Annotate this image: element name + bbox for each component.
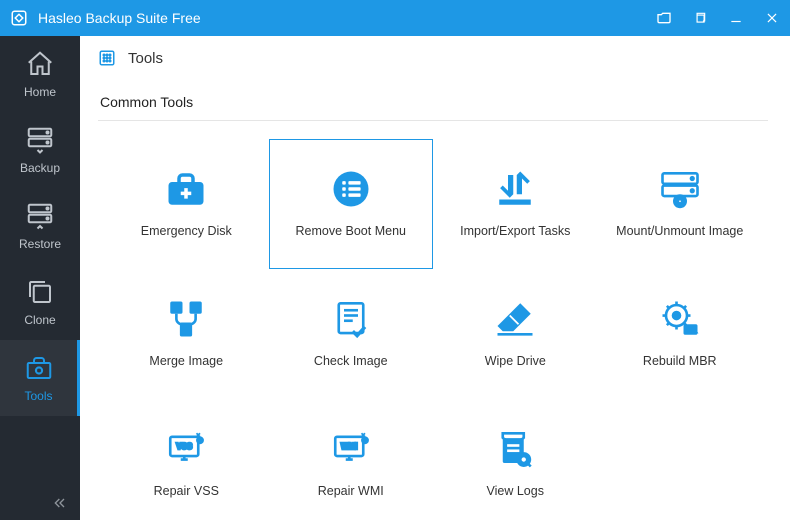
drive-disc-icon bbox=[659, 168, 701, 210]
monitor-vss-icon: VSS bbox=[165, 428, 207, 470]
svg-text:WMI: WMI bbox=[341, 442, 357, 451]
tool-label: Merge Image bbox=[143, 354, 229, 370]
document-check-icon bbox=[330, 298, 372, 340]
tool-repair-vss[interactable]: VSS Repair VSS bbox=[104, 399, 269, 520]
tool-wipe-drive[interactable]: Wipe Drive bbox=[433, 269, 598, 399]
sidebar-collapse-button[interactable] bbox=[0, 486, 80, 520]
sidebar-item-label: Tools bbox=[24, 389, 52, 403]
page-title: Tools bbox=[128, 50, 163, 67]
server-up-icon bbox=[25, 201, 55, 231]
sidebar-item-label: Clone bbox=[24, 313, 55, 327]
sidebar-item-label: Backup bbox=[20, 161, 60, 175]
restore-window-icon[interactable] bbox=[690, 8, 710, 28]
titlebar: Hasleo Backup Suite Free bbox=[0, 0, 790, 36]
tool-check-image[interactable]: Check Image bbox=[269, 269, 434, 399]
server-icon bbox=[25, 125, 55, 155]
close-icon[interactable] bbox=[762, 8, 782, 28]
tool-merge-image[interactable]: Merge Image bbox=[104, 269, 269, 399]
open-icon[interactable] bbox=[654, 8, 674, 28]
gear-mbr-icon: MBR bbox=[659, 298, 701, 340]
sidebar-item-home[interactable]: Home bbox=[0, 36, 80, 112]
app-title: Hasleo Backup Suite Free bbox=[38, 10, 654, 26]
import-export-icon bbox=[494, 168, 536, 210]
tool-mount-unmount[interactable]: Mount/Unmount Image bbox=[598, 139, 763, 269]
monitor-wmi-icon: WMI bbox=[330, 428, 372, 470]
tool-label: Rebuild MBR bbox=[637, 354, 723, 370]
list-circle-icon bbox=[330, 168, 372, 210]
merge-icon bbox=[165, 298, 207, 340]
tool-label: Remove Boot Menu bbox=[290, 224, 412, 240]
tool-view-logs[interactable]: View Logs bbox=[433, 399, 598, 520]
sidebar-item-backup[interactable]: Backup bbox=[0, 112, 80, 188]
page-header: Tools bbox=[80, 36, 790, 80]
window-root: Hasleo Backup Suite Free Home bbox=[0, 0, 790, 520]
tool-label: Import/Export Tasks bbox=[454, 224, 576, 240]
tool-rebuild-mbr[interactable]: MBR Rebuild MBR bbox=[598, 269, 763, 399]
divider bbox=[98, 120, 768, 121]
tools-scroll-area[interactable]: Common Tools Emergency Disk Remove Boot bbox=[80, 80, 790, 520]
tool-emergency-disk[interactable]: Emergency Disk bbox=[104, 139, 269, 269]
sidebar: Home Backup Restore Clone Tools bbox=[0, 36, 80, 520]
svg-text:VSS: VSS bbox=[177, 442, 193, 451]
tool-label: Repair WMI bbox=[312, 484, 390, 500]
tool-remove-boot-menu[interactable]: Remove Boot Menu bbox=[269, 139, 434, 269]
tools-grid: Emergency Disk Remove Boot Menu Import/E… bbox=[80, 139, 786, 520]
sidebar-item-restore[interactable]: Restore bbox=[0, 188, 80, 264]
main-content: Tools Common Tools Emergency Disk bbox=[80, 36, 790, 520]
sidebar-item-label: Restore bbox=[19, 237, 61, 251]
svg-text:MBR: MBR bbox=[684, 328, 696, 334]
minimize-icon[interactable] bbox=[726, 8, 746, 28]
tool-label: Repair VSS bbox=[148, 484, 225, 500]
tool-label: Wipe Drive bbox=[479, 354, 552, 370]
eraser-icon bbox=[494, 298, 536, 340]
sidebar-item-tools[interactable]: Tools bbox=[0, 340, 80, 416]
clone-icon bbox=[25, 277, 55, 307]
tool-label: Check Image bbox=[308, 354, 394, 370]
tool-label: Mount/Unmount Image bbox=[610, 224, 749, 240]
first-aid-icon bbox=[165, 168, 207, 210]
tool-label: View Logs bbox=[481, 484, 550, 500]
tool-import-export[interactable]: Import/Export Tasks bbox=[433, 139, 598, 269]
grid-icon bbox=[98, 49, 116, 67]
window-controls bbox=[654, 8, 782, 28]
logs-search-icon bbox=[494, 428, 536, 470]
app-logo-icon bbox=[10, 9, 28, 27]
home-icon bbox=[25, 49, 55, 79]
section-title: Common Tools bbox=[80, 80, 786, 120]
chevron-double-left-icon bbox=[52, 495, 68, 511]
toolbox-icon bbox=[24, 353, 54, 383]
sidebar-item-label: Home bbox=[24, 85, 56, 99]
app-body: Home Backup Restore Clone Tools bbox=[0, 36, 790, 520]
tool-label: Emergency Disk bbox=[135, 224, 238, 240]
tool-repair-wmi[interactable]: WMI Repair WMI bbox=[269, 399, 434, 520]
sidebar-item-clone[interactable]: Clone bbox=[0, 264, 80, 340]
